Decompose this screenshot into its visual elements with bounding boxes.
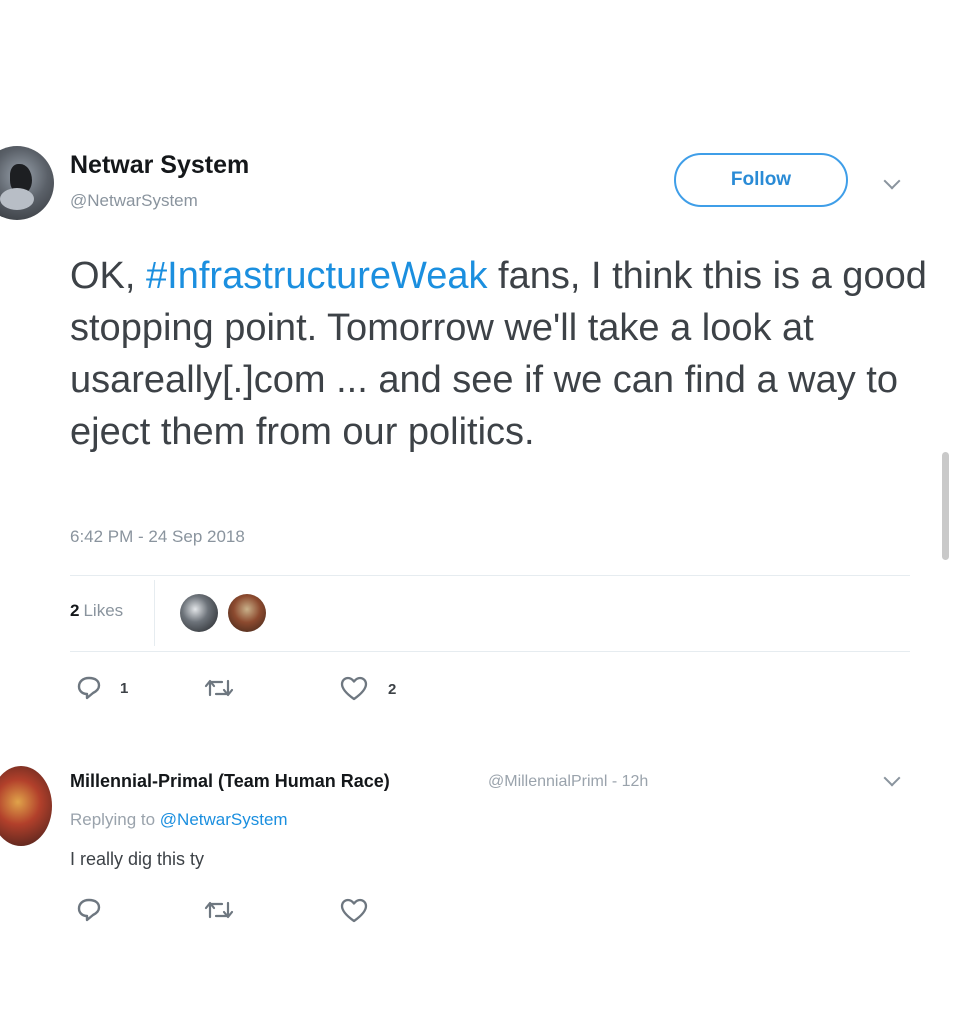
author-display-name[interactable]: Netwar System <box>70 151 249 180</box>
replying-mention-link[interactable]: @NetwarSystem <box>160 810 288 829</box>
author-handle[interactable]: @NetwarSystem <box>70 191 198 211</box>
retweet-icon[interactable] <box>204 898 234 922</box>
likes-summary[interactable]: 2 Likes <box>70 601 123 621</box>
reply-author-avatar[interactable] <box>0 766 52 846</box>
reply-author-handle-time[interactable]: @MillennialPriml - 12h <box>488 773 648 791</box>
replying-to: Replying to @NetwarSystem <box>70 810 288 830</box>
hashtag-link[interactable]: #InfrastructureWeak <box>146 255 487 297</box>
liker-avatar[interactable] <box>228 594 266 632</box>
divider <box>70 651 910 652</box>
heart-icon[interactable] <box>340 676 368 702</box>
reply-text: I really dig this ty <box>70 849 205 869</box>
tweet-text: OK, #InfrastructureWeak fans, I think th… <box>70 250 930 458</box>
likes-label: Likes <box>83 601 124 620</box>
heart-icon[interactable] <box>340 898 368 924</box>
divider <box>154 580 155 646</box>
reply-author-display-name[interactable]: Millennial-Primal (Team Human Race) <box>70 771 390 792</box>
retweet-icon[interactable] <box>204 676 234 700</box>
liker-avatar[interactable] <box>180 594 218 632</box>
author-avatar[interactable] <box>0 146 54 220</box>
tweet-timestamp[interactable]: 6:42 PM - 24 Sep 2018 <box>70 527 245 547</box>
reply-icon[interactable] <box>76 897 102 923</box>
likes-count: 2 <box>70 601 80 620</box>
like-count: 2 <box>388 681 397 698</box>
tweet-text-start: OK, <box>70 255 147 297</box>
scrollbar-thumb[interactable] <box>942 452 949 560</box>
reply-icon[interactable] <box>76 675 102 701</box>
reply-count: 1 <box>120 680 129 697</box>
replying-label: Replying to <box>70 810 160 829</box>
divider <box>70 575 910 576</box>
chevron-down-icon[interactable] <box>883 172 901 190</box>
chevron-down-icon[interactable] <box>883 769 901 787</box>
follow-button[interactable]: Follow <box>674 153 848 207</box>
